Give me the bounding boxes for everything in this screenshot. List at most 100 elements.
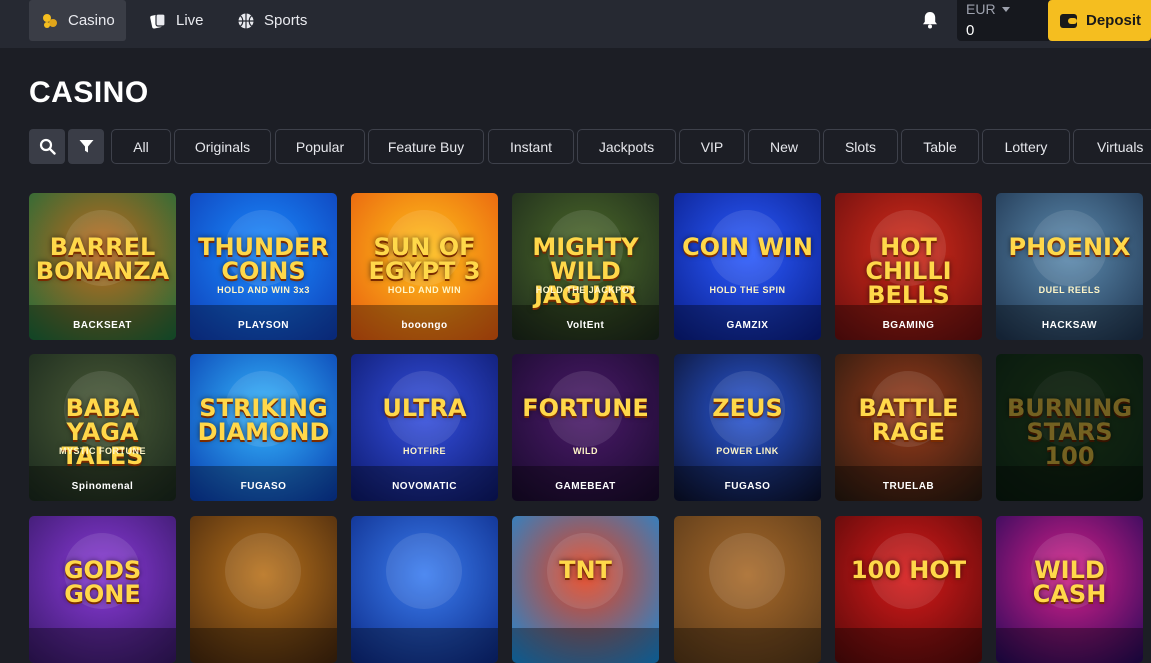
game-provider: BACKSEAT	[73, 320, 132, 331]
game-title: Hot Chilli Bells	[865, 233, 952, 309]
game-subtitle: WILD	[573, 446, 598, 456]
wallet-currency: EUR	[966, 1, 996, 17]
game-subtitle: HOLD AND WIN 3x3	[217, 285, 310, 295]
game-title: Zeus	[712, 394, 783, 422]
game-thumbnail	[351, 354, 498, 501]
game-provider: BGAMING	[882, 320, 935, 331]
game-tile[interactable]	[351, 516, 498, 663]
game-tile[interactable]	[674, 516, 821, 663]
nav-casino-label: Casino	[68, 12, 115, 29]
game-tile[interactable]	[190, 516, 337, 663]
deposit-button[interactable]: Deposit	[1048, 0, 1151, 41]
game-tile[interactable]: 100 Hot	[835, 516, 982, 663]
game-title: Striking Diamond	[197, 394, 330, 446]
category-jackpots[interactable]: Jackpots	[577, 129, 676, 164]
game-provider: GAMEBEAT	[555, 481, 616, 492]
game-provider: VoltEnt	[566, 320, 605, 331]
game-thumbnail	[512, 516, 659, 663]
game-tile[interactable]: Wild Cash	[996, 516, 1143, 663]
game-tile[interactable]: Striking Diamond FUGASO	[190, 354, 337, 501]
chevron-down-icon	[1002, 7, 1010, 12]
game-tile[interactable]: Mighty Wild Jaguar HOLD THE JACKPOT VoltEn…	[512, 193, 659, 340]
notification-bell-icon[interactable]	[919, 9, 941, 31]
game-tile[interactable]: Phoenix DUEL REELS HACKSAW	[996, 193, 1143, 340]
game-title: Mighty Wild Jaguar	[532, 233, 639, 309]
game-tile[interactable]: Zeus POWER LINK FUGASO	[674, 354, 821, 501]
game-thumbnail	[190, 516, 337, 663]
game-title: Coin Win	[682, 233, 813, 261]
category-instant[interactable]: Instant	[488, 129, 574, 164]
category-popular[interactable]: Popular	[275, 129, 365, 164]
game-title: Battle Rage	[858, 394, 959, 446]
category-lottery[interactable]: Lottery	[982, 129, 1070, 164]
game-subtitle: HOLD THE JACKPOT	[535, 285, 636, 295]
game-provider: booongo	[401, 320, 448, 331]
game-tile[interactable]: Coin Win HOLD THE SPIN GAMZIX	[674, 193, 821, 340]
game-title: 100 Hot	[850, 556, 967, 584]
game-title: Gods Gone	[63, 556, 142, 608]
game-title: Barrel Bonanza	[35, 233, 170, 285]
category-table[interactable]: Table	[901, 129, 979, 164]
game-tile[interactable]: Battle Rage TRUELAB	[835, 354, 982, 501]
game-tile[interactable]: Sun of Egypt 3 HOLD AND WIN booongo	[351, 193, 498, 340]
game-thumbnail	[674, 193, 821, 340]
game-title: TNT	[559, 556, 612, 584]
filter-button[interactable]	[68, 129, 104, 164]
casino-chips-icon	[41, 12, 59, 30]
game-tile[interactable]: Fortune WILD GAMEBEAT	[512, 354, 659, 501]
game-provider: GAMZIX	[726, 320, 769, 331]
category-virtuals[interactable]: Virtuals	[1073, 129, 1151, 164]
game-provider: FUGASO	[724, 481, 771, 492]
game-title: Baba Yaga Tales	[61, 394, 144, 470]
category-feature-buy[interactable]: Feature Buy	[368, 129, 484, 164]
game-thumbnail	[674, 516, 821, 663]
game-title: Thunder Coins	[198, 233, 329, 285]
game-provider: TRUELAB	[882, 481, 935, 492]
nav-sports[interactable]: Sports	[225, 0, 318, 41]
wallet-selector[interactable]: EUR 0	[957, 0, 1049, 41]
nav-sports-label: Sports	[264, 12, 308, 29]
category-new[interactable]: New	[748, 129, 820, 164]
category-all[interactable]: All	[111, 129, 171, 164]
game-subtitle: HOLD AND WIN	[387, 285, 462, 295]
game-provider: FUGASO	[240, 481, 287, 492]
game-provider: Spinomenal	[71, 481, 134, 492]
game-tile[interactable]: Baba Yaga Tales MYSTIC FORTUNE Spinomenal	[29, 354, 176, 501]
nav-casino[interactable]: Casino	[29, 0, 126, 41]
game-tile[interactable]: Burning Stars 100	[996, 354, 1143, 501]
game-tile[interactable]: TNT	[512, 516, 659, 663]
game-subtitle: HOLD THE SPIN	[709, 285, 786, 295]
category-vip[interactable]: VIP	[679, 129, 745, 164]
filter-icon	[79, 140, 93, 153]
game-provider: PLAYSON	[238, 320, 289, 331]
deposit-label: Deposit	[1086, 12, 1142, 29]
page-title: CASINO	[29, 76, 149, 109]
game-tile[interactable]: Thunder Coins HOLD AND WIN 3x3 PLAYSON	[190, 193, 337, 340]
game-thumbnail	[996, 193, 1143, 340]
wallet-balance: 0	[966, 22, 975, 39]
game-subtitle: HOTFIRE	[403, 446, 446, 456]
wallet-icon	[1060, 13, 1077, 28]
basketball-icon	[237, 12, 255, 30]
game-thumbnail	[351, 516, 498, 663]
game-title: Fortune	[522, 394, 649, 422]
category-originals[interactable]: Originals	[174, 129, 271, 164]
search-button[interactable]	[29, 129, 65, 164]
category-slots[interactable]: Slots	[823, 129, 898, 164]
game-tile[interactable]: Ultra HOTFIRE NOVOMATIC	[351, 354, 498, 501]
game-title: Ultra	[382, 394, 467, 422]
nav-live[interactable]: Live	[137, 0, 215, 41]
game-title: Burning Stars 100	[1006, 394, 1133, 470]
game-title: Phoenix	[1008, 233, 1131, 261]
game-subtitle: POWER LINK	[716, 446, 779, 456]
game-subtitle: DUEL REELS	[1038, 285, 1101, 295]
game-thumbnail	[835, 516, 982, 663]
game-title: Sun of Egypt 3	[368, 233, 481, 285]
game-tile[interactable]: Gods Gone	[29, 516, 176, 663]
game-subtitle: MYSTIC FORTUNE	[59, 446, 146, 456]
game-tile[interactable]: Hot Chilli Bells BGAMING	[835, 193, 982, 340]
game-tile[interactable]: Barrel Bonanza BACKSEAT	[29, 193, 176, 340]
search-icon	[39, 138, 56, 155]
top-bar: Casino Live Sports EUR 0 Deposit	[0, 0, 1151, 48]
nav-live-label: Live	[176, 12, 204, 29]
